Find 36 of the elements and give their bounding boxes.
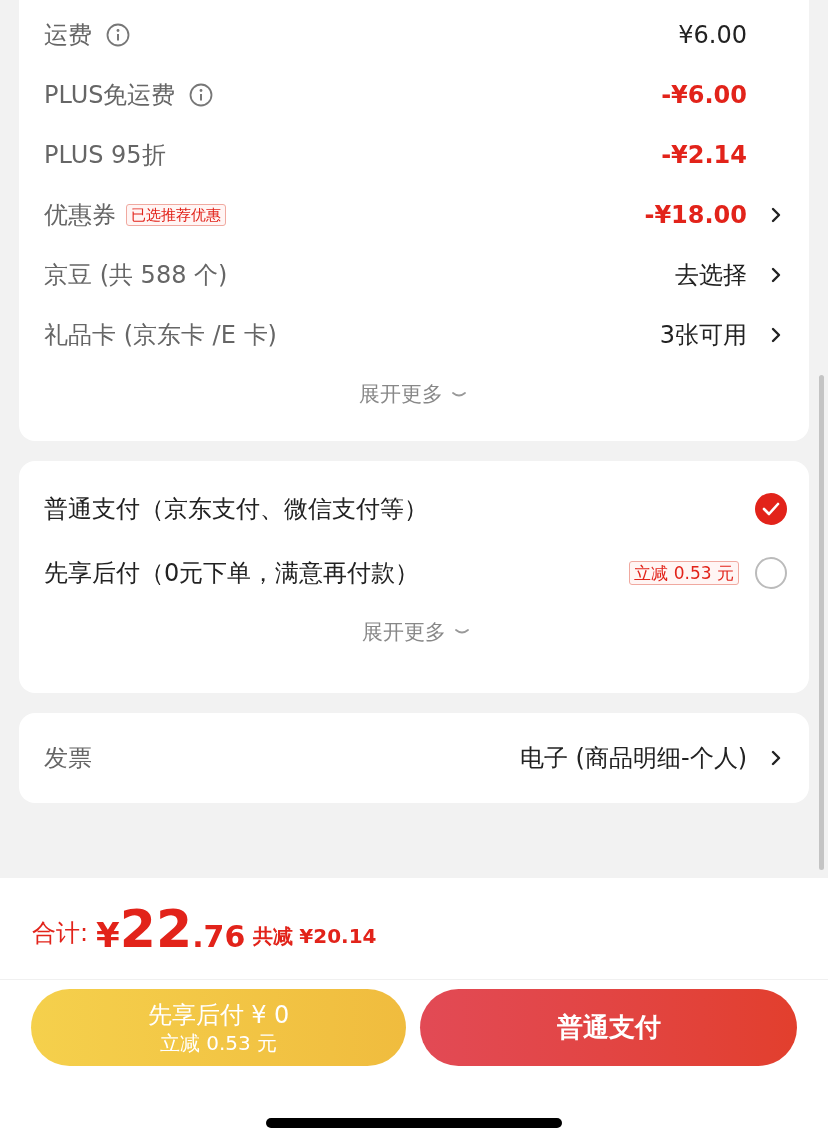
fee-label: 京豆 (共 588 个) — [44, 260, 228, 291]
fee-value: -¥6.00 — [661, 80, 747, 111]
fee-label: PLUS 95折 — [44, 140, 166, 171]
fee-value: ¥6.00 — [678, 20, 747, 51]
check-icon — [762, 501, 780, 516]
invoice-card[interactable]: 发票 电子 (商品明细-个人) — [19, 713, 809, 803]
payment-option-label[interactable]: 普通支付（京东支付、微信支付等） — [44, 490, 428, 527]
radio-button[interactable] — [755, 492, 787, 525]
fee-value[interactable]: -¥18.00 — [644, 197, 747, 233]
chevron-down-icon — [450, 390, 467, 399]
chevron-right-icon — [771, 327, 781, 343]
fee-label: PLUS免运费 — [44, 80, 176, 111]
total-amount: ¥22.76 — [96, 903, 246, 955]
fee-label: 礼品卡 (京东卡 /E 卡) — [44, 320, 277, 351]
radio-button[interactable] — [755, 556, 787, 589]
payment-option-label[interactable]: 先享后付（0元下单，满意再付款） — [44, 554, 420, 591]
discount-badge: 立减 0.53 元 — [629, 560, 739, 585]
fee-label: 优惠券 — [44, 200, 116, 231]
info-icon[interactable] — [189, 83, 214, 107]
fee-label: 运费 — [44, 20, 92, 51]
saving-amount: ¥20.14 — [299, 923, 377, 950]
chevron-right-icon — [771, 267, 781, 283]
chevron-right-icon — [771, 750, 781, 766]
invoice-label: 发票 — [44, 743, 92, 774]
saving-label: 共减 — [253, 923, 294, 950]
fee-value[interactable]: 3张可用 — [659, 317, 747, 353]
invoice-value: 电子 (商品明细-个人) — [520, 743, 747, 774]
coupon-badge: 已选推荐优惠 — [126, 204, 226, 226]
fee-value: -¥2.14 — [661, 140, 747, 171]
expand-more-button[interactable]: 展开更多 — [358, 379, 467, 411]
fee-value[interactable]: 去选择 — [675, 257, 747, 293]
info-icon[interactable] — [106, 23, 130, 47]
pay-button[interactable]: 普通支付 — [420, 989, 797, 1066]
expand-more-button[interactable]: 展开更多 — [361, 616, 470, 648]
chevron-right-icon — [771, 207, 781, 223]
total-label: 合计: — [32, 918, 89, 949]
